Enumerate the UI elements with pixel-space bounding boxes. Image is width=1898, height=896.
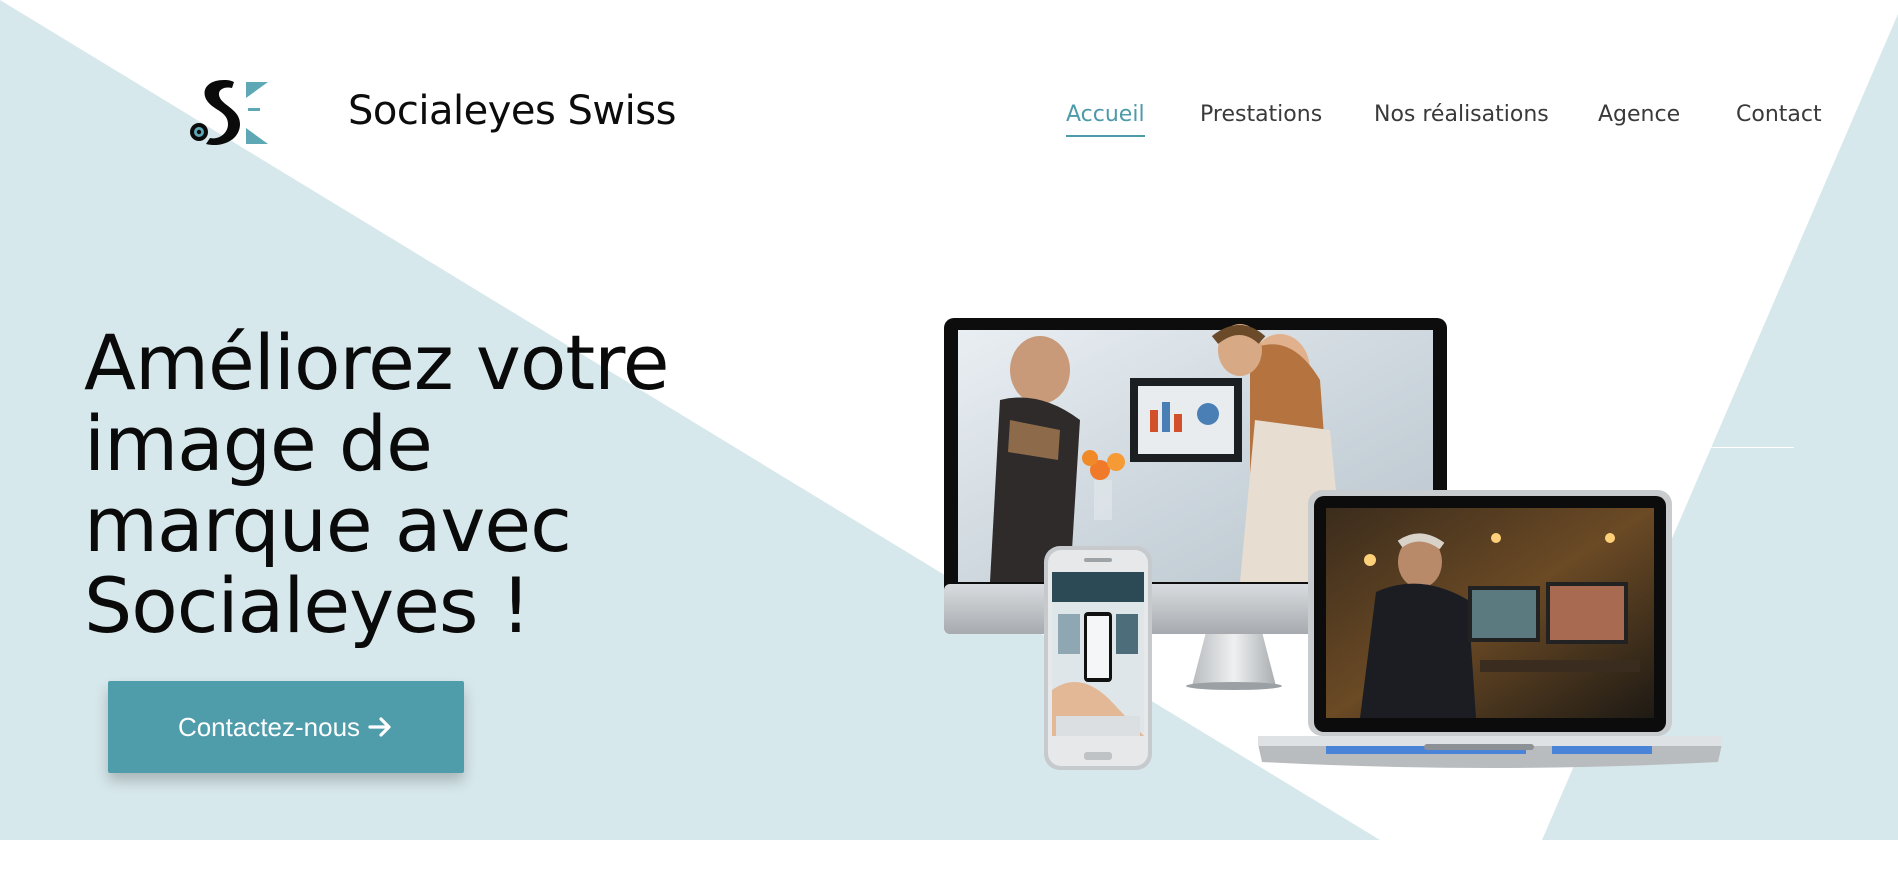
device-mockups-image — [944, 318, 1722, 770]
laptop — [1258, 490, 1722, 768]
page: Socialeyes Swiss Accueil Prestations Nos… — [0, 0, 1898, 896]
smartphone — [1044, 546, 1152, 770]
